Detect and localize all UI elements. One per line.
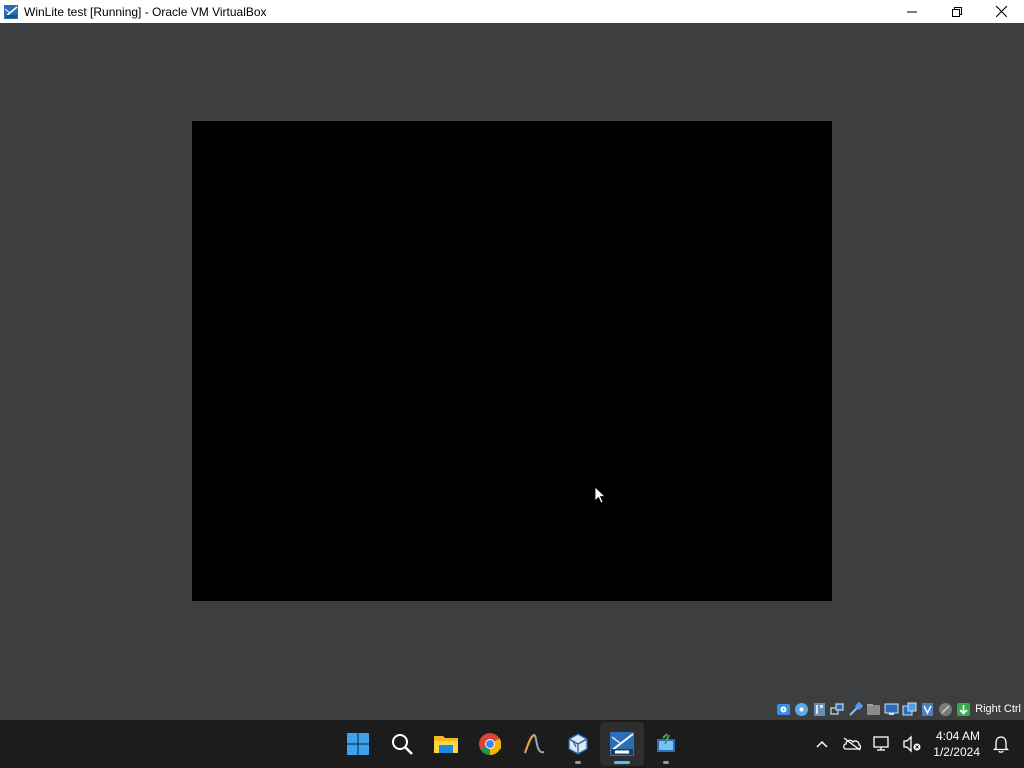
active-indicator bbox=[614, 761, 630, 764]
window-titlebar: WinLite test [Running] - Oracle VM Virtu… bbox=[0, 0, 1024, 23]
network-status-button[interactable] bbox=[871, 733, 893, 755]
inkscape-button[interactable] bbox=[512, 722, 556, 766]
close-button[interactable] bbox=[979, 0, 1024, 23]
usb-icon[interactable] bbox=[848, 701, 863, 717]
vm-manager-button[interactable] bbox=[644, 722, 688, 766]
cpu-icon[interactable] bbox=[920, 702, 935, 717]
taskbar-apps bbox=[336, 722, 688, 766]
restore-button[interactable] bbox=[934, 0, 979, 23]
minimize-button[interactable] bbox=[889, 0, 934, 23]
clock-date: 1/2/2024 bbox=[933, 745, 980, 759]
clock-time: 4:04 AM bbox=[935, 729, 980, 743]
hard-disk-icon[interactable] bbox=[776, 702, 791, 717]
audio-icon[interactable] bbox=[812, 702, 827, 717]
mouse-pointer-icon bbox=[594, 486, 606, 504]
vm-statusbar: Right Ctrl bbox=[0, 698, 1024, 720]
taskbar: 4:04 AM 1/2/2024 bbox=[0, 720, 1024, 768]
window-title: WinLite test [Running] - Oracle VM Virtu… bbox=[24, 4, 267, 19]
running-indicator bbox=[663, 761, 669, 764]
mouse-integration-icon[interactable] bbox=[938, 702, 953, 717]
inkscape-icon bbox=[524, 733, 545, 754]
cloud-offline-icon bbox=[843, 737, 862, 751]
recording-icon[interactable] bbox=[902, 702, 917, 717]
display-icon[interactable] bbox=[884, 702, 899, 717]
network-icon[interactable] bbox=[830, 702, 845, 717]
start-button[interactable] bbox=[336, 722, 380, 766]
host-key-label: Right Ctrl bbox=[975, 703, 1021, 715]
onedrive-button[interactable] bbox=[841, 733, 863, 755]
guest-screen[interactable] bbox=[192, 121, 832, 601]
virtualbox-app-icon bbox=[3, 4, 19, 20]
search-button[interactable] bbox=[380, 722, 424, 766]
volume-button[interactable] bbox=[901, 733, 923, 755]
optical-drive-icon[interactable] bbox=[794, 702, 809, 717]
close-icon bbox=[996, 6, 1007, 17]
restore-icon bbox=[951, 6, 962, 17]
shared-folders-icon[interactable] bbox=[866, 702, 881, 717]
start-icon bbox=[347, 733, 369, 755]
minimize-icon bbox=[906, 11, 917, 12]
virtualbox-button[interactable] bbox=[556, 722, 600, 766]
search-icon bbox=[392, 734, 413, 755]
file-explorer-button[interactable] bbox=[424, 722, 468, 766]
network-disconnected-icon bbox=[873, 736, 889, 751]
winlite-vm-icon bbox=[610, 732, 634, 756]
winlite-vm-button[interactable] bbox=[600, 722, 644, 766]
host-key-icon[interactable] bbox=[956, 702, 971, 717]
chevron-up-icon bbox=[816, 740, 828, 748]
notifications-button[interactable] bbox=[990, 733, 1012, 755]
window-controls bbox=[889, 0, 1024, 23]
bell-icon bbox=[993, 736, 1009, 753]
system-tray: 4:04 AM 1/2/2024 bbox=[807, 720, 1024, 768]
status-indicators: Right Ctrl bbox=[776, 700, 1021, 718]
vm-display-area[interactable] bbox=[0, 23, 1024, 698]
clock[interactable]: 4:04 AM 1/2/2024 bbox=[933, 728, 980, 760]
show-hidden-icons-button[interactable] bbox=[811, 733, 833, 755]
running-indicator bbox=[575, 761, 581, 764]
vm-manager-icon bbox=[657, 733, 675, 752]
virtualbox-icon bbox=[568, 733, 588, 755]
volume-muted-icon bbox=[903, 735, 921, 753]
chrome-icon bbox=[479, 733, 502, 756]
chrome-button[interactable] bbox=[468, 722, 512, 766]
file-explorer-icon bbox=[434, 736, 458, 753]
